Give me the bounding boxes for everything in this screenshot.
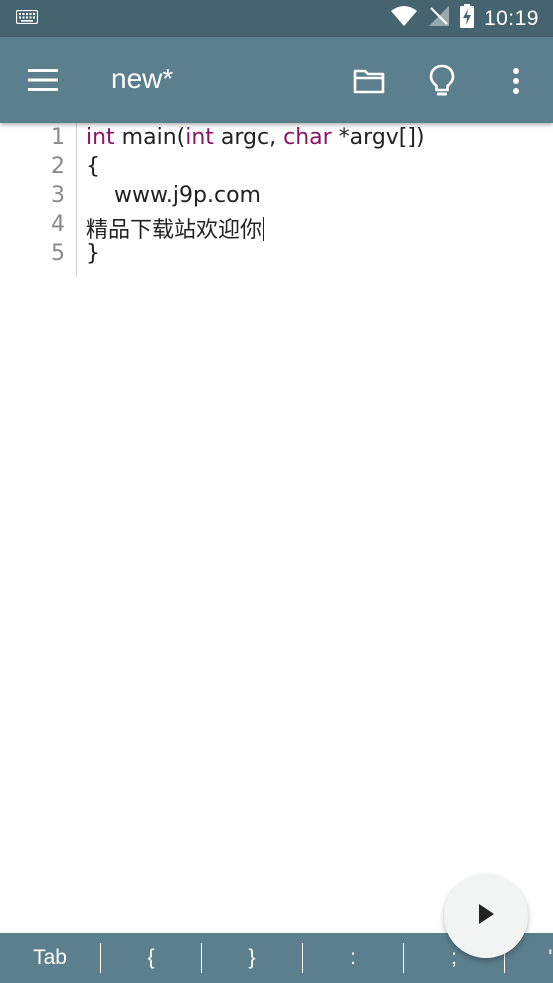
more-vert-icon[interactable] [494,59,538,103]
line-number: 2 [51,154,65,179]
code-text: *argv[]) [331,125,425,150]
line-number: 3 [51,183,65,208]
play-icon [476,903,496,930]
code-text: www.j9p.com [86,183,261,208]
clock: 10:19 [483,6,539,30]
code-text: argc, [213,125,284,150]
wifi-icon [390,5,418,32]
code-editor[interactable]: 1 2 3 4 5 int main(int argc, char *argv[… [0,123,553,933]
code-text: { [86,154,100,179]
code-line[interactable]: } [86,241,100,266]
menu-icon[interactable] [22,61,64,99]
run-button[interactable] [444,874,528,958]
line-number: 1 [51,125,65,150]
no-signal-icon [428,5,450,32]
folder-icon[interactable] [347,59,391,103]
text-cursor [263,217,265,241]
code-keyword: char [283,125,332,150]
battery-charging-icon [459,4,474,33]
document-title: new* [111,63,174,94]
code-line[interactable]: www.j9p.com [86,183,261,208]
code-text: main( [114,125,186,150]
editor-screen: 10:19 new* 1 2 3 4 5 int main(int argc, … [0,0,553,983]
app-bar: new* [0,37,553,123]
colon-key[interactable]: : [303,933,403,983]
code-text: 精品下载站欢迎你 [86,218,263,243]
tab-key[interactable]: Tab [0,933,100,983]
code-text: } [86,241,100,266]
close-brace-key[interactable]: } [202,933,302,983]
code-line[interactable]: { [86,154,100,179]
status-bar: 10:19 [0,0,553,37]
code-keyword: int [185,125,214,150]
line-number: 5 [51,241,65,266]
line-number-gutter: 1 2 3 4 5 [0,123,77,277]
keyboard-icon [15,9,39,29]
lightbulb-icon[interactable] [420,59,464,103]
code-keyword: int [86,125,115,150]
code-line[interactable]: 精品下载站欢迎你 [86,212,265,244]
open-brace-key[interactable]: { [101,933,201,983]
line-number: 4 [51,212,65,237]
code-line[interactable]: int main(int argc, char *argv[]) [86,125,425,150]
